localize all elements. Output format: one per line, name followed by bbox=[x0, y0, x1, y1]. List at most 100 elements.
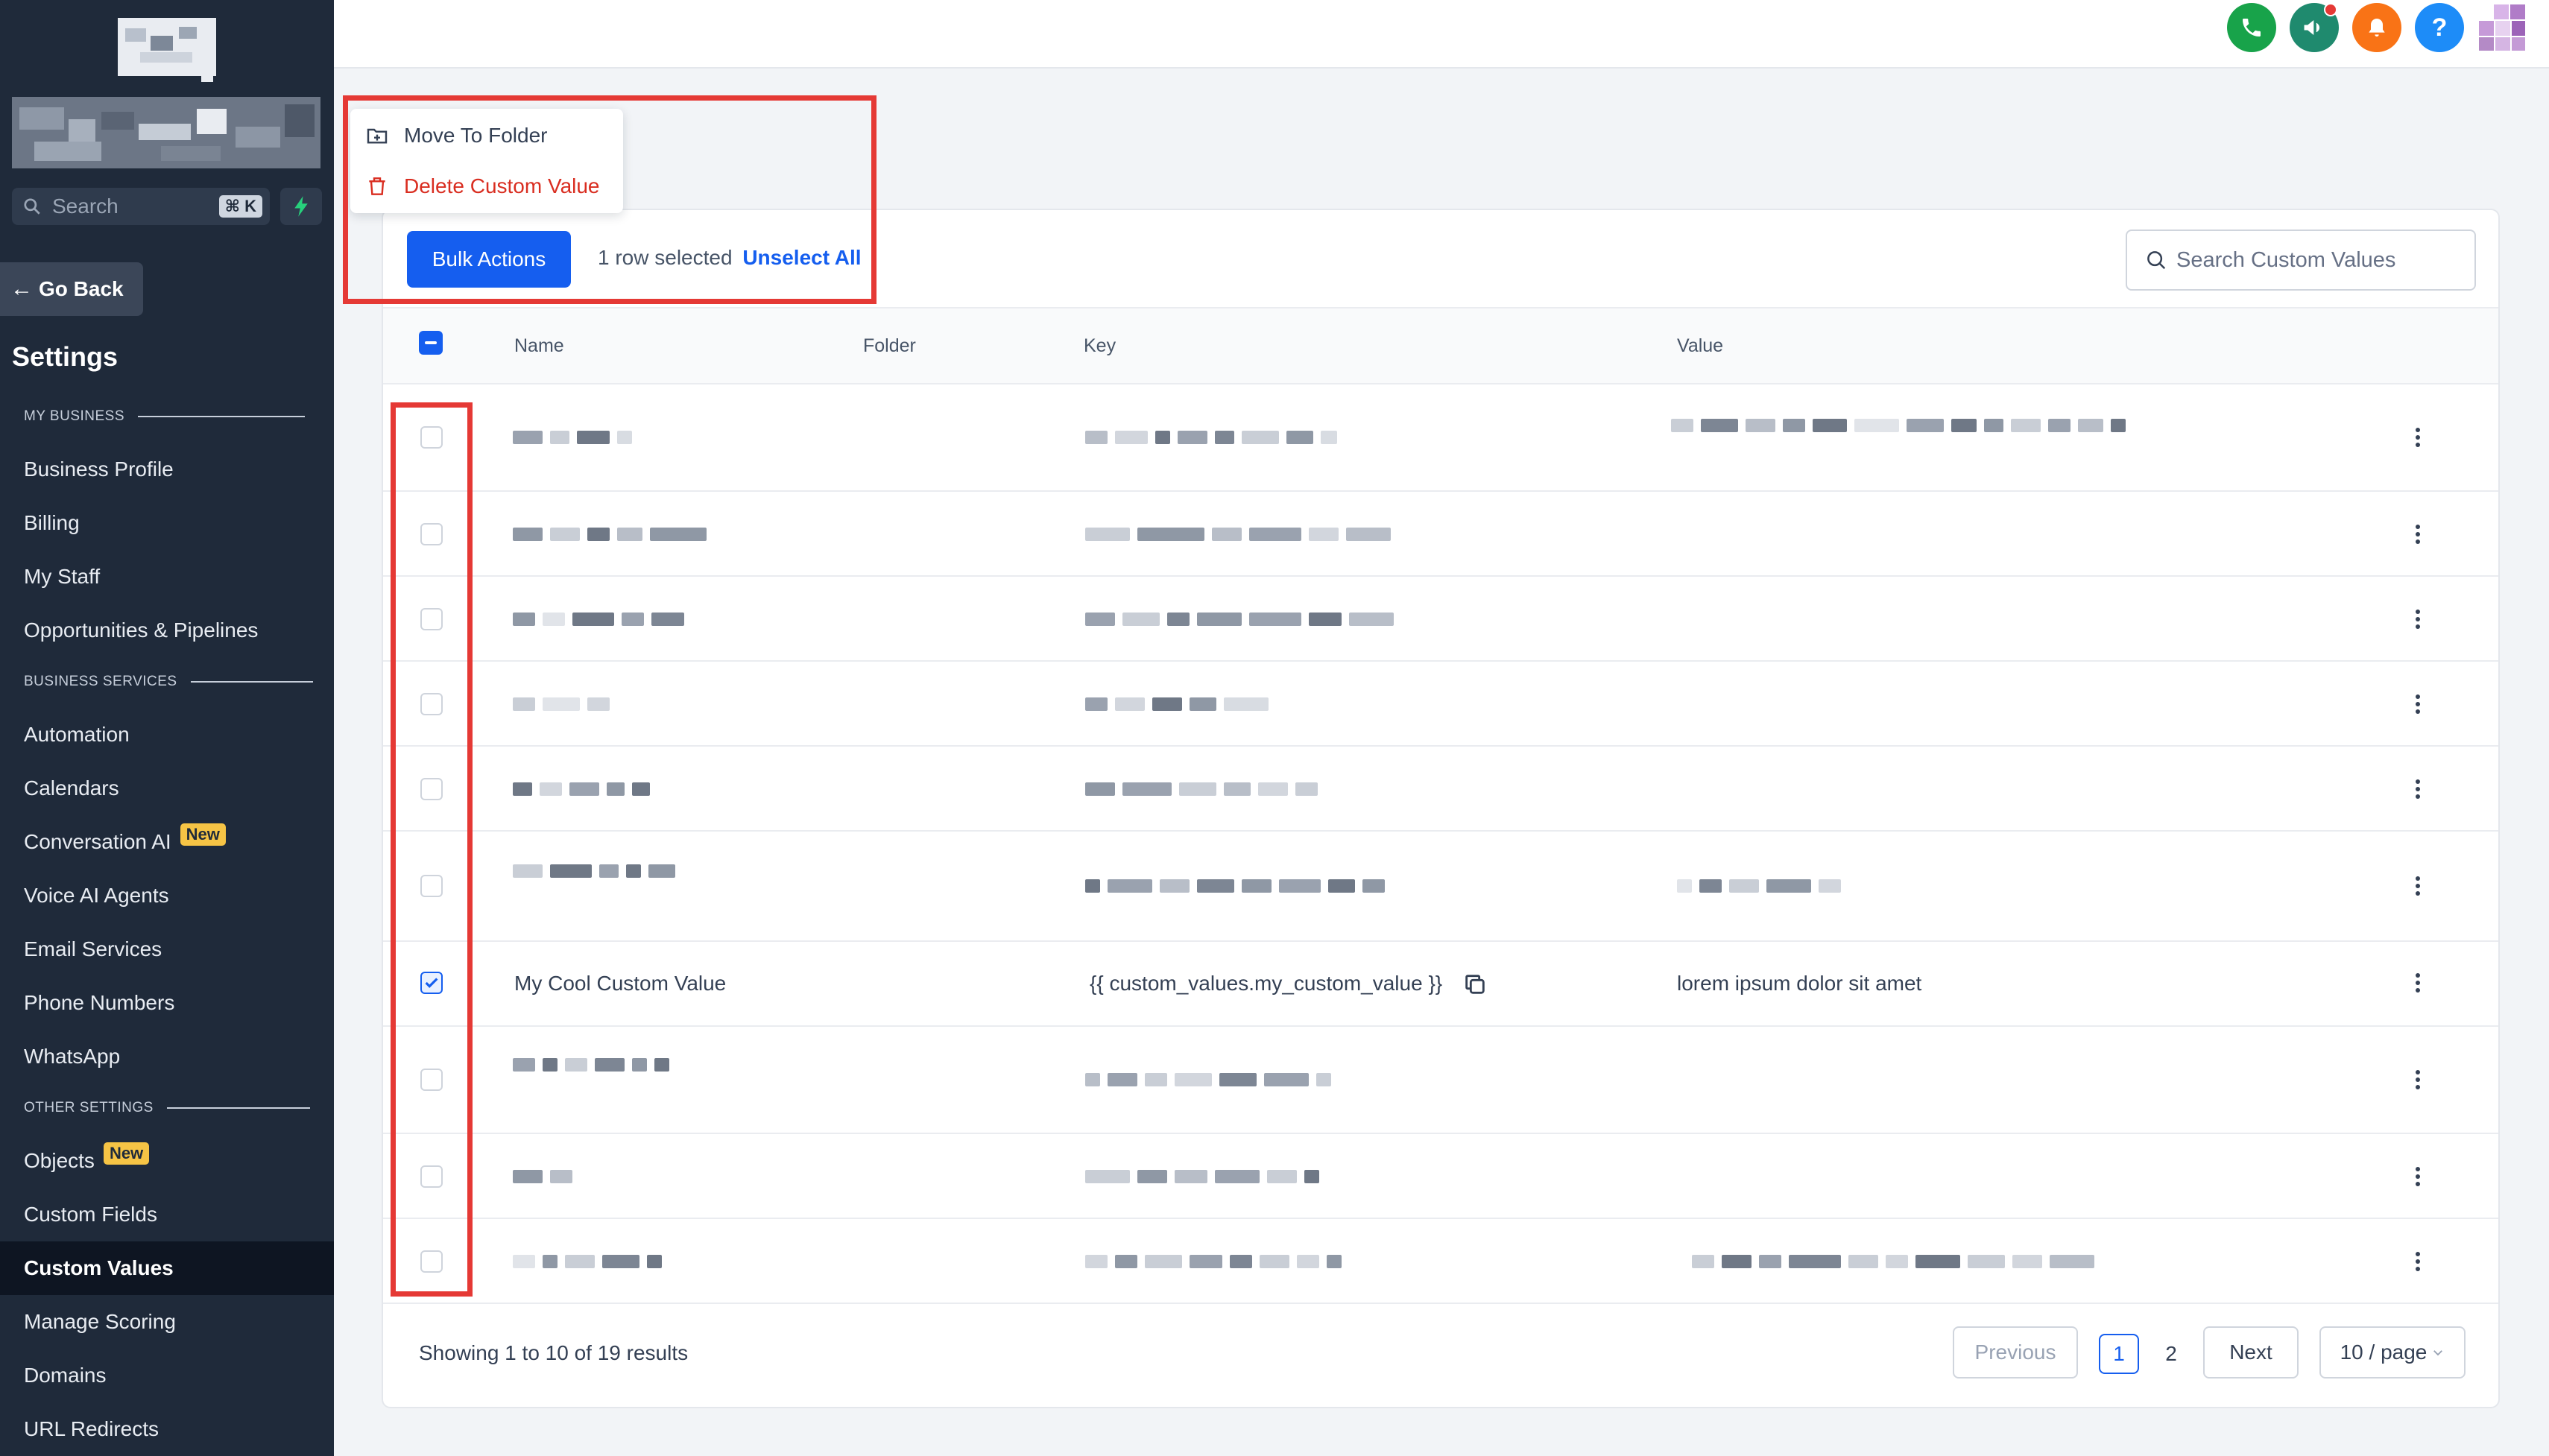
row-divider bbox=[383, 830, 2498, 832]
checkbox-column-highlight bbox=[391, 402, 473, 1297]
phone-button[interactable] bbox=[2227, 3, 2276, 52]
chevron-down-icon bbox=[2433, 1350, 2443, 1356]
sidebar-item-opportunities[interactable]: Opportunities & Pipelines bbox=[24, 618, 258, 642]
sidebar-item-domains[interactable]: Domains bbox=[24, 1364, 106, 1387]
custom-value-key: {{ custom_values.my_custom_value }} bbox=[1090, 972, 1443, 995]
divider bbox=[190, 681, 313, 683]
redacted-key bbox=[1085, 528, 1391, 541]
redacted-value bbox=[1671, 419, 2126, 432]
sidebar-search-input[interactable]: Search ⌘ K bbox=[12, 188, 270, 225]
redacted-name bbox=[513, 1170, 572, 1183]
search-placeholder: Search Custom Values bbox=[2176, 247, 2396, 272]
row-actions-menu[interactable] bbox=[2409, 523, 2427, 545]
indeterminate-icon bbox=[425, 341, 437, 344]
page-size-value: 10 / page bbox=[2340, 1341, 2428, 1364]
page-1-button[interactable]: 1 bbox=[2099, 1334, 2139, 1374]
page-2-button[interactable]: 2 bbox=[2151, 1334, 2191, 1374]
sidebar-item-conversation-ai[interactable]: Conversation AI New bbox=[24, 823, 226, 855]
avatar[interactable] bbox=[2477, 3, 2527, 52]
new-badge: New bbox=[180, 823, 226, 846]
keyboard-shortcut-badge: ⌘ K bbox=[218, 195, 262, 218]
quick-actions-button[interactable] bbox=[280, 188, 322, 225]
help-button[interactable]: ? bbox=[2415, 3, 2464, 52]
search-icon bbox=[24, 198, 40, 215]
notification-dot bbox=[2324, 3, 2337, 16]
sidebar-item-automation[interactable]: Automation bbox=[24, 723, 130, 747]
bell-icon bbox=[2369, 19, 2385, 37]
copy-icon[interactable] bbox=[1462, 972, 1488, 997]
table-header bbox=[383, 307, 2498, 384]
row-divider bbox=[383, 490, 2498, 492]
row-actions-menu[interactable] bbox=[2409, 1165, 2427, 1188]
sidebar-item-calendars[interactable]: Calendars bbox=[24, 776, 119, 800]
row-actions-menu[interactable] bbox=[2409, 1069, 2427, 1091]
go-back-label: Go Back bbox=[39, 277, 124, 300]
section-label: MY BUSINESS bbox=[24, 408, 125, 424]
redacted-name bbox=[513, 528, 707, 541]
redacted-key bbox=[1085, 879, 1385, 893]
column-header-value[interactable]: Value bbox=[1677, 335, 1723, 357]
redacted-value bbox=[1677, 879, 1841, 893]
redacted-value bbox=[1692, 1255, 2094, 1268]
row-divider bbox=[383, 660, 2498, 662]
sidebar-search-placeholder: Search bbox=[52, 194, 119, 218]
top-bar: ? bbox=[334, 0, 2549, 69]
sidebar-item-label: Conversation AI bbox=[24, 830, 171, 853]
row-actions-menu[interactable] bbox=[2409, 778, 2427, 800]
row-actions-menu[interactable] bbox=[2409, 972, 2427, 994]
sidebar-item-manage-scoring[interactable]: Manage Scoring bbox=[24, 1310, 176, 1334]
sidebar: Search ⌘ K ← Go Back Settings MY BUSINES… bbox=[0, 0, 334, 1456]
row-actions-menu[interactable] bbox=[2409, 875, 2427, 897]
sidebar-item-business-profile[interactable]: Business Profile bbox=[24, 458, 174, 481]
row-actions-menu[interactable] bbox=[2409, 608, 2427, 630]
row-actions-menu[interactable] bbox=[2409, 693, 2427, 715]
custom-value-name: My Cool Custom Value bbox=[514, 972, 727, 995]
column-header-key[interactable]: Key bbox=[1084, 335, 1116, 357]
sidebar-item-whatsapp[interactable]: WhatsApp bbox=[24, 1045, 120, 1069]
row-divider bbox=[383, 1218, 2498, 1219]
redacted-name bbox=[513, 697, 610, 711]
arrow-left-icon: ← bbox=[10, 276, 33, 301]
section-label: BUSINESS SERVICES bbox=[24, 674, 177, 689]
announcements-button[interactable] bbox=[2290, 3, 2339, 52]
sidebar-item-voice-ai[interactable]: Voice AI Agents bbox=[24, 884, 169, 908]
sidebar-item-url-redirects[interactable]: URL Redirects bbox=[24, 1417, 159, 1441]
redacted-name bbox=[513, 431, 632, 444]
redacted-name bbox=[513, 782, 650, 796]
redacted-name bbox=[513, 613, 684, 626]
redacted-key bbox=[1085, 613, 1394, 626]
previous-page-button[interactable]: Previous bbox=[1953, 1326, 2078, 1379]
row-divider bbox=[383, 575, 2498, 577]
search-icon bbox=[2147, 251, 2166, 270]
redacted-key bbox=[1085, 1073, 1331, 1086]
column-header-folder[interactable]: Folder bbox=[863, 335, 916, 357]
row-actions-menu[interactable] bbox=[2409, 1250, 2427, 1273]
select-all-checkbox[interactable] bbox=[419, 331, 443, 355]
column-header-name[interactable]: Name bbox=[514, 335, 564, 357]
custom-value-value: lorem ipsum dolor sit amet bbox=[1677, 972, 1922, 995]
sidebar-item-billing[interactable]: Billing bbox=[24, 511, 80, 535]
sidebar-item-email-services[interactable]: Email Services bbox=[24, 937, 162, 961]
page-size-select[interactable]: 10 / page bbox=[2319, 1326, 2466, 1379]
sidebar-item-custom-values[interactable]: Custom Values bbox=[24, 1256, 174, 1280]
section-label: OTHER SETTINGS bbox=[24, 1100, 154, 1115]
row-actions-menu[interactable] bbox=[2409, 426, 2427, 449]
notifications-button[interactable] bbox=[2352, 3, 2401, 52]
sidebar-item-my-staff[interactable]: My Staff bbox=[24, 565, 100, 589]
sidebar-item-custom-fields[interactable]: Custom Fields bbox=[24, 1203, 157, 1226]
sidebar-item-objects[interactable]: Objects New bbox=[24, 1142, 150, 1174]
redacted-name bbox=[513, 1255, 662, 1268]
search-custom-values-input[interactable]: Search Custom Values bbox=[2126, 230, 2476, 291]
help-icon: ? bbox=[2431, 13, 2448, 42]
redacted-key bbox=[1085, 782, 1318, 796]
section-my-business: MY BUSINESS bbox=[24, 408, 306, 425]
megaphone-icon bbox=[2304, 20, 2320, 35]
phone-icon bbox=[2243, 19, 2261, 37]
go-back-button[interactable]: ← Go Back bbox=[0, 262, 143, 316]
custom-values-card bbox=[382, 209, 2500, 1408]
sidebar-item-label: Objects bbox=[24, 1149, 95, 1172]
row-divider bbox=[383, 745, 2498, 747]
sidebar-item-phone-numbers[interactable]: Phone Numbers bbox=[24, 991, 174, 1015]
next-page-button[interactable]: Next bbox=[2203, 1326, 2299, 1379]
redacted-key bbox=[1085, 697, 1269, 711]
